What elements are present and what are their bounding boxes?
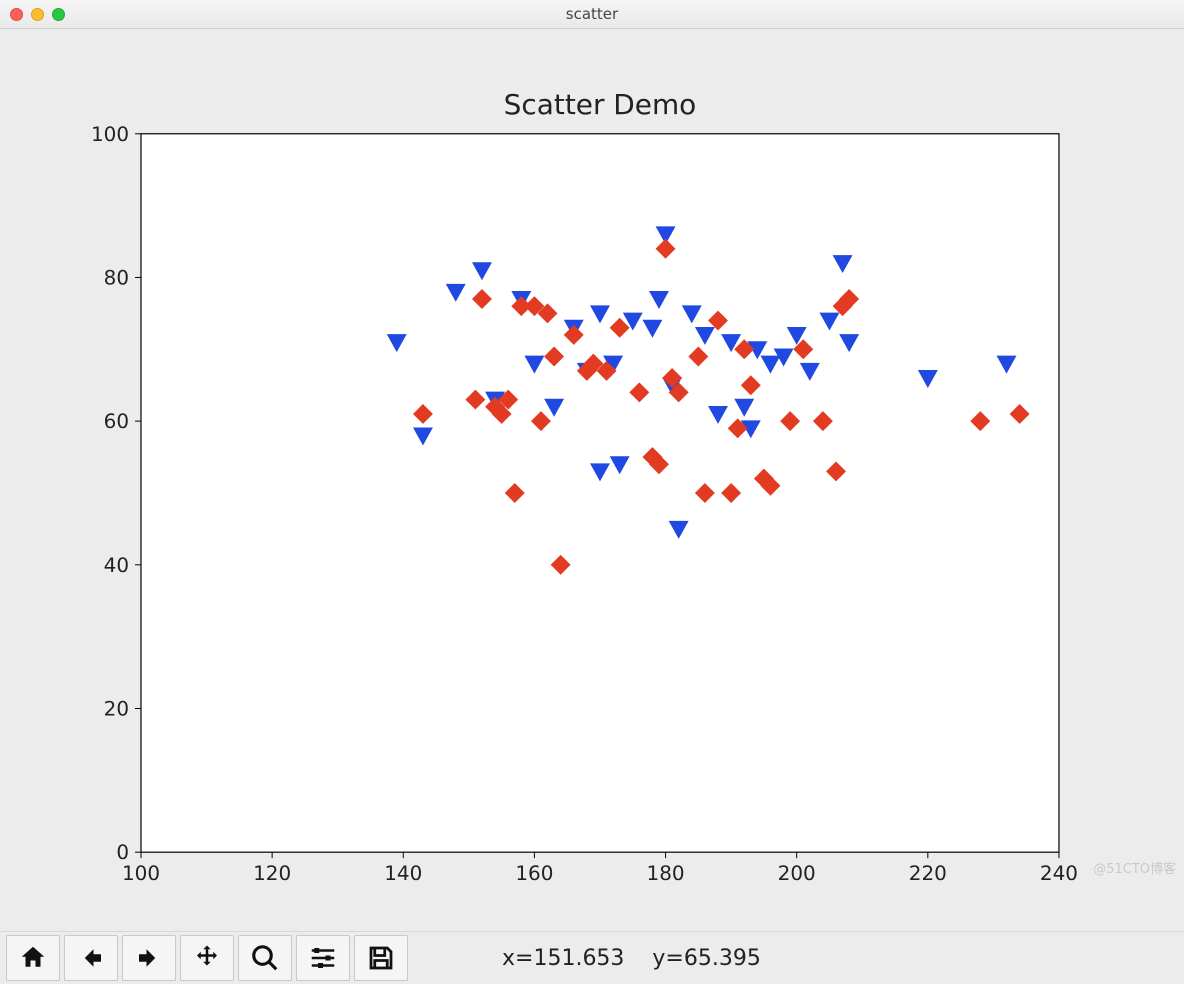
svg-text:220: 220 — [909, 861, 947, 885]
svg-text:180: 180 — [647, 861, 685, 885]
traffic-lights — [0, 8, 65, 21]
forward-button[interactable] — [122, 935, 176, 981]
move-icon — [192, 943, 222, 973]
titlebar: scatter — [0, 0, 1184, 29]
svg-text:60: 60 — [104, 409, 129, 433]
home-icon — [18, 943, 48, 973]
zoom-button[interactable] — [52, 8, 65, 21]
arrow-left-icon — [76, 943, 106, 973]
magnifier-icon — [250, 943, 280, 973]
zoom-button[interactable] — [238, 935, 292, 981]
arrow-right-icon — [134, 943, 164, 973]
window: scatter 100 120 140 160 180 200 220 240 0 20 40 60 8… — [0, 0, 1184, 984]
toolbar: x=151.653 y=65.395 — [0, 931, 1184, 984]
cursor-coordinates: x=151.653 y=65.395 — [502, 946, 761, 971]
svg-text:140: 140 — [384, 861, 422, 885]
home-button[interactable] — [6, 935, 60, 981]
minimize-button[interactable] — [31, 8, 44, 21]
svg-text:20: 20 — [104, 696, 129, 720]
close-button[interactable] — [10, 8, 23, 21]
svg-text:100: 100 — [122, 861, 160, 885]
save-icon — [366, 943, 396, 973]
scatter-chart[interactable]: 100 120 140 160 180 200 220 240 0 20 40 60 80 100 Scat… — [0, 29, 1184, 931]
svg-text:200: 200 — [778, 861, 816, 885]
svg-text:0: 0 — [116, 840, 129, 864]
back-button[interactable] — [64, 935, 118, 981]
configure-button[interactable] — [296, 935, 350, 981]
pan-button[interactable] — [180, 935, 234, 981]
svg-text:120: 120 — [253, 861, 291, 885]
save-button[interactable] — [354, 935, 408, 981]
figure-area[interactable]: 100 120 140 160 180 200 220 240 0 20 40 60 80 100 Scat… — [0, 29, 1184, 931]
svg-text:240: 240 — [1040, 861, 1078, 885]
svg-text:40: 40 — [104, 553, 129, 577]
svg-text:100: 100 — [91, 122, 129, 146]
svg-text:160: 160 — [515, 861, 553, 885]
window-title: scatter — [0, 5, 1184, 23]
svg-text:80: 80 — [104, 265, 129, 289]
svg-text:Scatter Demo: Scatter Demo — [504, 88, 697, 121]
sliders-icon — [308, 943, 338, 973]
